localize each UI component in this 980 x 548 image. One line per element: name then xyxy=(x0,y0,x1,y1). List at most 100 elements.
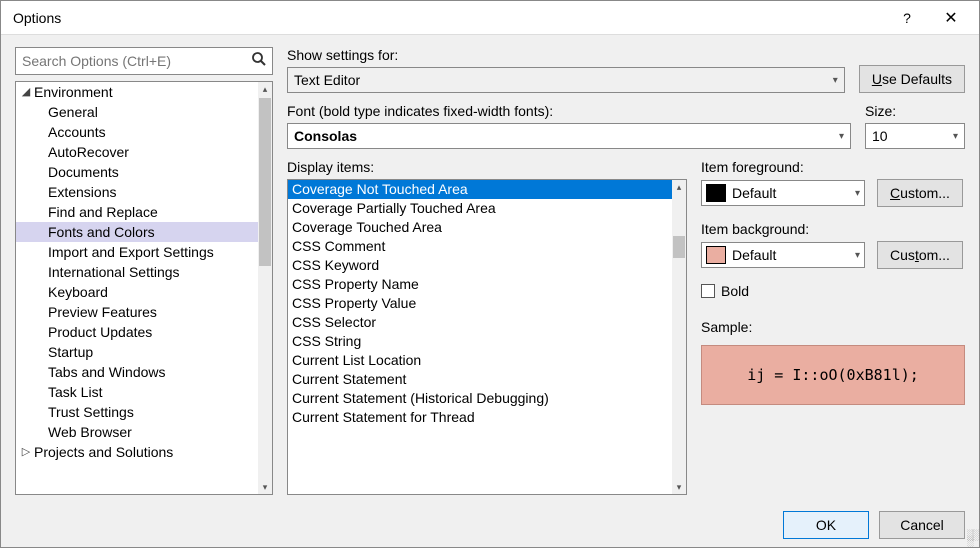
chevron-down-icon: ▾ xyxy=(855,250,860,261)
cancel-button[interactable]: Cancel xyxy=(879,511,965,539)
tree-item-label: Startup xyxy=(48,342,93,362)
list-item[interactable]: CSS Property Value xyxy=(288,294,672,313)
tree-item[interactable]: Product Updates xyxy=(16,322,258,342)
row-show-settings: Show settings for: Text Editor ▾ Use Def… xyxy=(287,47,965,93)
label-size: Size: xyxy=(865,103,965,119)
dropdown-show-settings-value: Text Editor xyxy=(294,72,829,88)
tree-item-label: Trust Settings xyxy=(48,402,134,422)
list-item[interactable]: CSS Property Name xyxy=(288,275,672,294)
help-button[interactable]: ? xyxy=(885,2,929,34)
caret-right-icon[interactable]: ▷ xyxy=(20,442,32,462)
dropdown-show-settings[interactable]: Text Editor ▾ xyxy=(287,67,845,93)
chevron-down-icon: ▾ xyxy=(953,131,958,142)
list-item[interactable]: Current List Location xyxy=(288,351,672,370)
row-font-size: Font (bold type indicates fixed-width fo… xyxy=(287,103,965,149)
search-input[interactable] xyxy=(15,47,273,75)
tree-item-label: Tabs and Windows xyxy=(48,362,166,382)
scroll-thumb[interactable] xyxy=(259,98,271,266)
scroll-down-icon[interactable]: ▾ xyxy=(672,480,686,494)
tree-item-label: Product Updates xyxy=(48,322,152,342)
list-item[interactable]: Coverage Not Touched Area xyxy=(288,180,672,199)
tree-item[interactable]: Web Browser xyxy=(16,422,258,442)
tree-item[interactable]: Documents xyxy=(16,162,258,182)
dialog-body: ◢EnvironmentGeneralAccountsAutoRecoverDo… xyxy=(1,35,979,503)
tree-item[interactable]: Accounts xyxy=(16,122,258,142)
background-custom-button[interactable]: Custom... xyxy=(877,241,963,269)
tree-item[interactable]: General xyxy=(16,102,258,122)
dropdown-foreground[interactable]: Default ▾ xyxy=(701,180,865,206)
search-wrap xyxy=(15,47,273,75)
sidebar: ◢EnvironmentGeneralAccountsAutoRecoverDo… xyxy=(15,47,273,495)
use-defaults-button[interactable]: Use Defaults xyxy=(859,65,965,93)
tree-item-label: Find and Replace xyxy=(48,202,158,222)
tree-item-label: Keyboard xyxy=(48,282,108,302)
label-font: Font (bold type indicates fixed-width fo… xyxy=(287,103,851,119)
dropdown-font[interactable]: Consolas ▾ xyxy=(287,123,851,149)
label-sample: Sample: xyxy=(701,319,965,335)
resize-grip-icon[interactable]: ░░░ xyxy=(967,533,977,545)
list-item[interactable]: CSS Selector xyxy=(288,313,672,332)
display-items-list[interactable]: Coverage Not Touched AreaCoverage Partia… xyxy=(287,179,687,495)
label-display-items: Display items: xyxy=(287,159,687,175)
list-item[interactable]: Current Statement (Historical Debugging) xyxy=(288,389,672,408)
tree-item[interactable]: Task List xyxy=(16,382,258,402)
tree-item[interactable]: Fonts and Colors xyxy=(16,222,258,242)
tree-item[interactable]: Import and Export Settings xyxy=(16,242,258,262)
list-item[interactable]: CSS Keyword xyxy=(288,256,672,275)
scroll-up-icon[interactable]: ▴ xyxy=(672,180,686,194)
list-item[interactable]: CSS String xyxy=(288,332,672,351)
tree-item[interactable]: Preview Features xyxy=(16,302,258,322)
tree-item[interactable]: International Settings xyxy=(16,262,258,282)
chevron-down-icon: ▾ xyxy=(833,75,838,86)
list-scrollbar[interactable]: ▴ ▾ xyxy=(672,180,686,494)
tree-scrollbar[interactable]: ▴ ▾ xyxy=(258,82,272,494)
bold-checkbox[interactable]: Bold xyxy=(701,283,965,299)
tree-item[interactable]: ◢Environment xyxy=(16,82,258,102)
ok-button[interactable]: OK xyxy=(783,511,869,539)
tree-item[interactable]: Find and Replace xyxy=(16,202,258,222)
bold-label: Bold xyxy=(721,283,749,299)
tree-item[interactable]: Keyboard xyxy=(16,282,258,302)
tree-item-label: Accounts xyxy=(48,122,106,142)
chevron-down-icon: ▾ xyxy=(839,131,844,142)
list-item[interactable]: Coverage Touched Area xyxy=(288,218,672,237)
tree-item[interactable]: Startup xyxy=(16,342,258,362)
display-items-column: Display items: Coverage Not Touched Area… xyxy=(287,159,687,495)
tree-item-label: International Settings xyxy=(48,262,180,282)
tree-item-label: Documents xyxy=(48,162,119,182)
tree-item-label: Task List xyxy=(48,382,102,402)
mid-area: Display items: Coverage Not Touched Area… xyxy=(287,159,965,495)
dropdown-background-value: Default xyxy=(732,247,849,263)
dropdown-font-value: Consolas xyxy=(294,128,835,144)
tree-item[interactable]: Extensions xyxy=(16,182,258,202)
options-dialog: Options ? ✕ ◢EnvironmentGeneralAccountsA… xyxy=(0,0,980,548)
label-background: Item background: xyxy=(701,221,965,237)
close-button[interactable]: ✕ xyxy=(929,2,973,34)
scroll-down-icon[interactable]: ▾ xyxy=(258,480,272,494)
dropdown-size-value: 10 xyxy=(872,128,949,144)
list-item[interactable]: Current Statement for Thread xyxy=(288,408,672,427)
list-item[interactable]: Coverage Partially Touched Area xyxy=(288,199,672,218)
caret-down-icon[interactable]: ◢ xyxy=(20,82,32,102)
list-item[interactable]: CSS Comment xyxy=(288,237,672,256)
background-swatch xyxy=(706,246,726,264)
tree-item[interactable]: ▷Projects and Solutions xyxy=(16,442,258,462)
dropdown-size[interactable]: 10 ▾ xyxy=(865,123,965,149)
tree-item[interactable]: Tabs and Windows xyxy=(16,362,258,382)
tree-item-label: Projects and Solutions xyxy=(34,442,173,462)
tree-item-label: AutoRecover xyxy=(48,142,129,162)
tree-item-label: Preview Features xyxy=(48,302,157,322)
tree-item[interactable]: Trust Settings xyxy=(16,402,258,422)
label-show-settings: Show settings for: xyxy=(287,47,845,63)
checkbox-box-icon xyxy=(701,284,715,298)
scroll-thumb[interactable] xyxy=(673,236,685,258)
foreground-custom-button[interactable]: Custom... xyxy=(877,179,963,207)
dropdown-background[interactable]: Default ▾ xyxy=(701,242,865,268)
tree-item-label: Environment xyxy=(34,82,113,102)
dropdown-foreground-value: Default xyxy=(732,185,849,201)
list-item[interactable]: Current Statement xyxy=(288,370,672,389)
tree-item-label: Extensions xyxy=(48,182,116,202)
nav-tree[interactable]: ◢EnvironmentGeneralAccountsAutoRecoverDo… xyxy=(15,81,273,495)
scroll-up-icon[interactable]: ▴ xyxy=(258,82,272,96)
tree-item[interactable]: AutoRecover xyxy=(16,142,258,162)
